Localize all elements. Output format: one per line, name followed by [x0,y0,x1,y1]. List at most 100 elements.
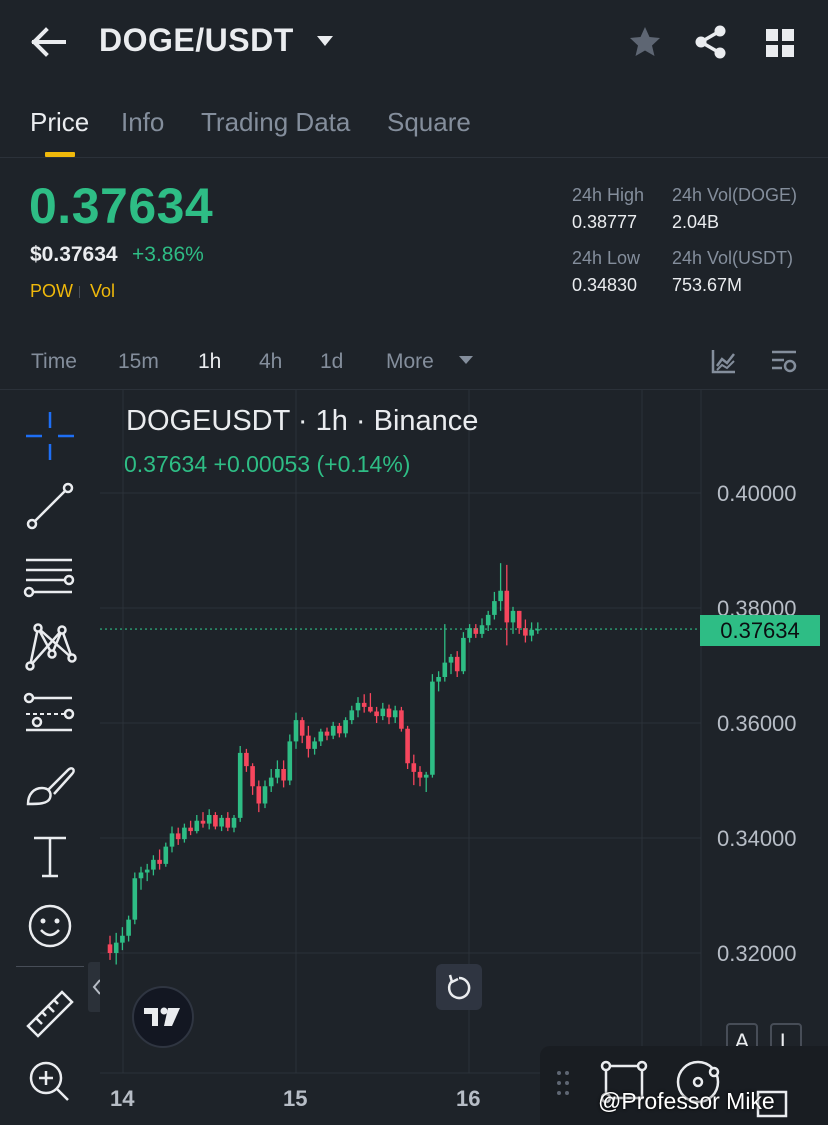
y-axis-tick: 0.40000 [717,481,797,506]
grid-icon[interactable] [764,27,796,59]
zoom-in-icon[interactable] [22,1054,78,1110]
candle-body [244,752,249,767]
candle-body [237,752,243,818]
candle-body [411,763,417,772]
candle-body [169,833,175,847]
candle-body [337,725,342,734]
candle-body [250,766,255,787]
candle-body [324,731,330,736]
candle-body [448,656,454,663]
interval-1h[interactable]: 1h [198,350,221,374]
candle-body [268,777,274,787]
candle-body [132,878,138,920]
candle-body [386,708,392,718]
indicator-tag-vol[interactable]: Vol [90,281,115,302]
chart-ohlc-summary: 0.37634 +0.00053 (+0.14%) [124,451,411,477]
candle-body [213,815,218,827]
candle-body [349,710,355,721]
back-arrow-icon[interactable] [30,24,70,60]
candle-body [120,935,125,943]
horizontal-lines-icon[interactable] [22,548,78,604]
candle-body [188,827,193,832]
interval-time[interactable]: Time [31,350,77,374]
x-axis-tick: 14 [110,1086,135,1111]
star-icon[interactable] [628,25,662,59]
y-axis-tick: 0.36000 [717,711,797,736]
candle-body [163,846,169,864]
candle-body [194,820,200,832]
candle-body [256,786,262,804]
interval-15m[interactable]: 15m [118,350,159,374]
watermark: @Professor Mike [598,1088,775,1114]
tab-bar: Price Info Trading Data Square [0,88,828,158]
stat-low-value: 0.34830 [572,275,638,295]
interval-4h[interactable]: 4h [259,350,282,374]
tab-trading-data[interactable]: Trading Data [201,107,350,138]
caret-down-icon[interactable] [458,354,474,366]
trend-line-icon[interactable] [22,478,78,534]
candle-body [206,815,212,824]
candle-body [157,859,162,864]
indicator-divider [79,286,80,298]
candle-body [461,637,466,672]
text-tool-icon[interactable] [22,828,78,884]
candle-body [231,817,237,828]
candle-body [312,741,317,749]
tab-price[interactable]: Price [30,107,89,138]
x-axis-tick: 15 [283,1086,308,1111]
candle-body [299,720,305,736]
tab-square[interactable]: Square [387,107,471,138]
caret-down-icon[interactable] [314,30,336,52]
top-bar: DOGE/USDT [0,0,828,88]
plot-background [100,390,701,1073]
candle-body [405,728,410,764]
candle-body [430,681,435,775]
tab-info[interactable]: Info [121,107,164,138]
pattern-tool-icon[interactable] [22,618,78,674]
candle-body [275,769,280,778]
price-change-percent: +3.86% [132,243,204,266]
tradingview-icon [144,1007,180,1026]
brush-icon[interactable] [22,758,78,814]
candle-body [516,610,522,629]
candle-body [107,944,113,953]
indicator-chart-icon[interactable] [710,347,738,375]
candle-body [175,833,181,840]
candle-body [262,786,268,804]
tradingview-logo[interactable] [132,986,194,1048]
fib-retracement-icon[interactable] [22,688,78,744]
stat-vol-base-value: 2.04B [672,212,720,232]
interval-more[interactable]: More [386,350,434,374]
candle-body [306,735,311,749]
chart-title: DOGEUSDT · 1h · Binance [126,405,479,437]
candle-body [485,614,491,626]
candle-body [330,725,336,736]
reset-chart-button[interactable] [436,964,482,1010]
share-icon[interactable] [694,25,728,59]
last-price: 0.37634 [29,178,214,234]
candle-body [374,711,379,717]
candle-body [399,710,404,729]
pair-title[interactable]: DOGE/USDT [99,22,294,59]
y-axis-tick: 0.34000 [717,826,797,851]
candle-body [287,741,293,781]
candle-body [225,817,231,828]
chart-settings-icon[interactable] [770,347,798,375]
candle-body [113,942,119,953]
crosshair-icon[interactable] [22,408,78,464]
ruler-icon[interactable] [22,986,78,1042]
emoji-icon[interactable] [22,898,78,954]
drag-handle-icon[interactable] [554,1068,572,1098]
x-axis-tick: 16 [456,1086,481,1111]
candle-body [504,590,510,623]
candle-body [318,731,324,742]
candle-body [529,629,534,636]
interval-1d[interactable]: 1d [320,350,343,374]
candle-body [151,859,156,870]
usd-price: $0.37634 [30,243,118,266]
indicator-tag-pow[interactable]: POW [30,281,73,302]
candle-body [361,702,367,707]
toolbar-divider [16,966,84,967]
active-tab-indicator [45,152,75,157]
stat-low-label: 24h Low [572,248,641,268]
